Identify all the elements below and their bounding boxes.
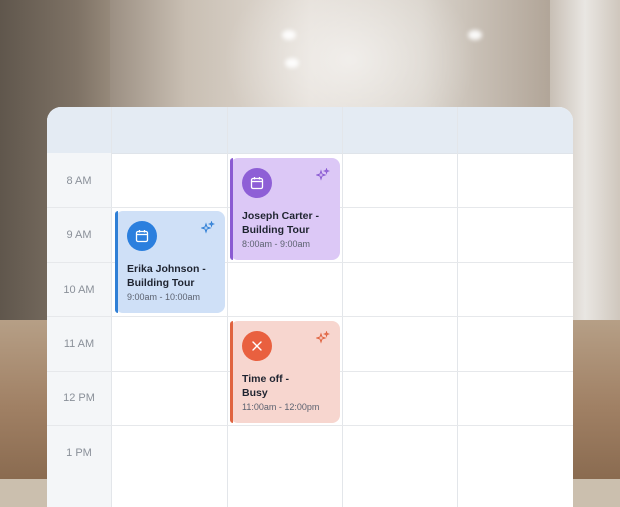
time-label: 10 AM: [63, 284, 95, 296]
event-accent-bar: [115, 211, 118, 313]
event-title-line: Building Tour: [242, 224, 310, 236]
event-title: Joseph Carter - Building Tour: [242, 209, 330, 237]
time-label: 1 PM: [66, 447, 92, 459]
time-label: 12 PM: [63, 392, 95, 404]
column-divider: [111, 107, 112, 507]
event-title-line: Erika Johnson -: [127, 263, 206, 275]
event-card-erika-johnson[interactable]: Erika Johnson - Building Tour 9:00am - 1…: [115, 211, 225, 313]
event-accent-bar: [230, 321, 233, 423]
time-label: 8 AM: [66, 175, 92, 187]
event-accent-bar: [230, 158, 233, 260]
close-icon: [242, 331, 272, 361]
ceiling-light: [285, 58, 299, 68]
event-time: 8:00am - 9:00am: [242, 239, 311, 249]
sparkle-icon: [316, 331, 330, 344]
event-title: Erika Johnson - Building Tour: [127, 262, 215, 290]
sparkle-icon: [316, 168, 330, 181]
event-title-line: Joseph Carter -: [242, 210, 320, 222]
sparkle-icon: [201, 221, 215, 234]
event-time: 9:00am - 10:00am: [127, 292, 201, 302]
event-title: Time off - Busy: [242, 372, 330, 400]
event-card-joseph-carter[interactable]: Joseph Carter - Building Tour 8:00am - 9…: [230, 158, 340, 260]
column-divider: [342, 107, 343, 507]
event-time: 11:00am - 12:00pm: [242, 402, 320, 412]
calendar-icon: [242, 168, 272, 198]
hour-line: [47, 425, 573, 426]
event-title-line: Busy: [242, 387, 268, 399]
event-title-line: Building Tour: [127, 277, 195, 289]
hour-line: [47, 316, 573, 317]
event-title-line: Time off -: [242, 373, 290, 385]
calendar-icon: [127, 221, 157, 251]
column-divider: [457, 107, 458, 507]
time-label: 11 AM: [63, 338, 95, 350]
calendar-header-row: [47, 107, 573, 154]
column-divider: [227, 107, 228, 507]
ceiling-light: [282, 30, 296, 40]
time-label: 9 AM: [66, 229, 92, 241]
calendar-card: 8 AM 9 AM 10 AM 11 AM 12 PM 1 PM Joseph …: [47, 107, 573, 507]
event-card-time-off[interactable]: Time off - Busy 11:00am - 12:00pm: [230, 321, 340, 423]
ceiling-light: [468, 30, 482, 40]
